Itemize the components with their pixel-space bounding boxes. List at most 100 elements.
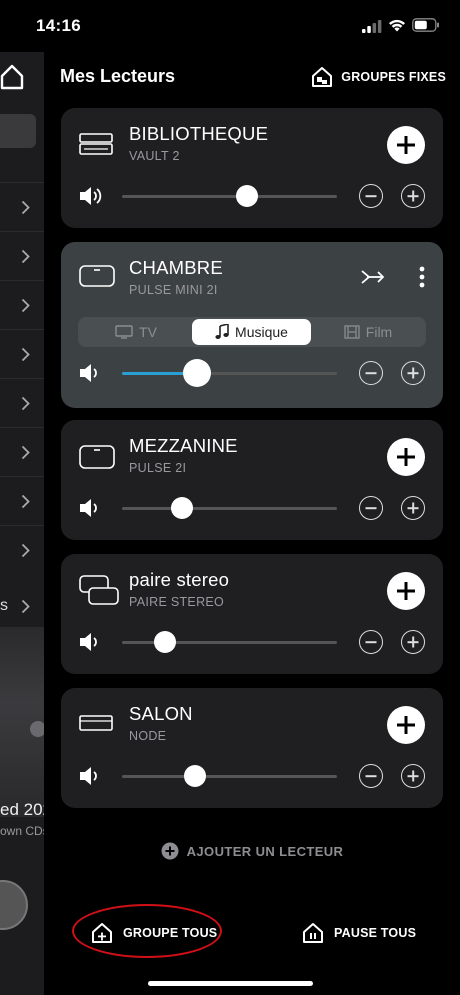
source-tab-label: Musique: [235, 324, 288, 340]
status-time: 14:16: [36, 16, 81, 35]
add-player-button[interactable]: AJOUTER UN LECTEUR: [44, 842, 460, 860]
ungroup-icon[interactable]: [361, 268, 385, 286]
list-item-label: s: [0, 597, 8, 614]
speaker-volume-icon: [80, 633, 97, 651]
player-model: PULSE MINI 2I: [129, 283, 218, 297]
add-to-group-button[interactable]: [387, 706, 425, 744]
player-name: BIBLIOTHEQUE: [129, 123, 269, 144]
list-item[interactable]: [0, 427, 44, 476]
more-options-icon[interactable]: [419, 266, 425, 288]
player-name: paire stereo: [129, 569, 230, 590]
album-art: [0, 627, 44, 817]
volume-row: [79, 628, 425, 656]
volume-up-button[interactable]: [401, 361, 425, 385]
player-card[interactable]: paire stereo PAIRE STEREO: [61, 554, 443, 674]
page-title: Mes Lecteurs: [60, 66, 176, 86]
pulse-device-icon: [79, 445, 115, 469]
film-icon: [344, 325, 360, 339]
add-to-group-button[interactable]: [387, 438, 425, 476]
tv-icon: [115, 325, 133, 339]
group-add-icon: [92, 923, 112, 943]
list-item[interactable]: [0, 182, 44, 231]
volume-slider-thumb[interactable]: [183, 359, 212, 387]
background-panel: s ed 202 own CDs: [0, 52, 44, 995]
volume-down-button[interactable]: [359, 361, 383, 385]
fixed-groups-button[interactable]: GROUPES FIXES: [311, 66, 446, 88]
player-model: VAULT 2: [129, 149, 180, 163]
source-tab-tv[interactable]: TV: [78, 317, 194, 347]
list-item[interactable]: [0, 525, 44, 574]
chevron-right-icon: [21, 599, 30, 614]
player-name: CHAMBRE: [129, 257, 223, 278]
volume-down-button[interactable]: [359, 630, 383, 654]
player-name: SALON: [129, 703, 193, 724]
volume-slider[interactable]: [122, 765, 337, 787]
player-model: NODE: [129, 729, 167, 743]
pause-all-button[interactable]: PAUSE TOUS: [302, 922, 416, 944]
chevron-right-icon: [21, 298, 30, 313]
source-tab-film[interactable]: Film: [310, 317, 426, 347]
list-item[interactable]: [0, 329, 44, 378]
volume-row: [79, 762, 425, 790]
volume-down-button[interactable]: [359, 496, 383, 520]
chevron-right-icon: [21, 543, 30, 558]
add-player-label: AJOUTER UN LECTEUR: [186, 843, 344, 859]
node-device-icon: [79, 715, 113, 731]
list-item[interactable]: [0, 280, 44, 329]
volume-knob[interactable]: [0, 880, 28, 930]
player-card[interactable]: BIBLIOTHEQUE VAULT 2: [61, 108, 443, 228]
chevron-right-icon: [21, 249, 30, 264]
volume-row: [79, 182, 425, 210]
music-note-icon: [215, 324, 229, 339]
wifi-icon: [389, 19, 405, 32]
volume-slider-thumb[interactable]: [171, 497, 194, 519]
volume-slider-thumb[interactable]: [154, 631, 176, 653]
stereo-pair-device-icon: [79, 575, 119, 605]
source-tab-label: Film: [365, 324, 393, 340]
search-field[interactable]: [0, 114, 36, 148]
chevron-right-icon: [21, 445, 30, 460]
add-to-group-button[interactable]: [387, 126, 425, 164]
volume-slider-thumb[interactable]: [184, 765, 207, 787]
source-tab-label: TV: [139, 324, 157, 340]
volume-up-button[interactable]: [401, 184, 425, 208]
pause-all-label: PAUSE TOUS: [334, 926, 417, 940]
player-card[interactable]: SALON NODE: [61, 688, 443, 808]
speaker-volume-icon: [80, 767, 97, 785]
volume-slider-thumb[interactable]: [235, 185, 258, 207]
speaker-volume-icon: [80, 499, 97, 517]
list-item[interactable]: [0, 231, 44, 280]
volume-row: [79, 494, 425, 522]
players-sheet: Mes Lecteurs GROUPES FIXES BIBLIOTHEQUE …: [44, 52, 460, 995]
group-all-button[interactable]: GROUPE TOUS: [91, 922, 217, 944]
status-bar: 14:16: [0, 0, 460, 52]
chevron-right-icon: [21, 200, 30, 215]
volume-slider[interactable]: [122, 359, 337, 387]
volume-down-button[interactable]: [359, 764, 383, 788]
home-indicator[interactable]: [148, 981, 313, 986]
source-tab-music[interactable]: Musique: [192, 319, 311, 345]
player-card-active[interactable]: CHAMBRE PULSE MINI 2I TV Musique Film: [61, 242, 443, 408]
pause-all-icon: [303, 923, 323, 943]
volume-row: [79, 359, 425, 387]
fixed-groups-label: GROUPES FIXES: [341, 70, 446, 84]
chevron-right-icon: [21, 494, 30, 509]
player-name: MEZZANINE: [129, 435, 238, 456]
pulse-mini-device-icon: [79, 265, 115, 287]
speaker-volume-icon: [80, 364, 97, 382]
volume-slider[interactable]: [122, 631, 337, 653]
home-icon[interactable]: [0, 64, 24, 90]
volume-up-button[interactable]: [401, 496, 425, 520]
list-item[interactable]: [0, 476, 44, 525]
volume-up-button[interactable]: [401, 630, 425, 654]
volume-slider[interactable]: [122, 497, 337, 519]
cellular-signal-icon: [362, 20, 382, 33]
list-item[interactable]: [0, 378, 44, 427]
add-circle-icon: [161, 842, 179, 860]
add-to-group-button[interactable]: [387, 572, 425, 610]
battery-icon: [412, 18, 439, 32]
volume-up-button[interactable]: [401, 764, 425, 788]
volume-slider[interactable]: [122, 185, 337, 207]
player-card[interactable]: MEZZANINE PULSE 2I: [61, 420, 443, 540]
volume-down-button[interactable]: [359, 184, 383, 208]
